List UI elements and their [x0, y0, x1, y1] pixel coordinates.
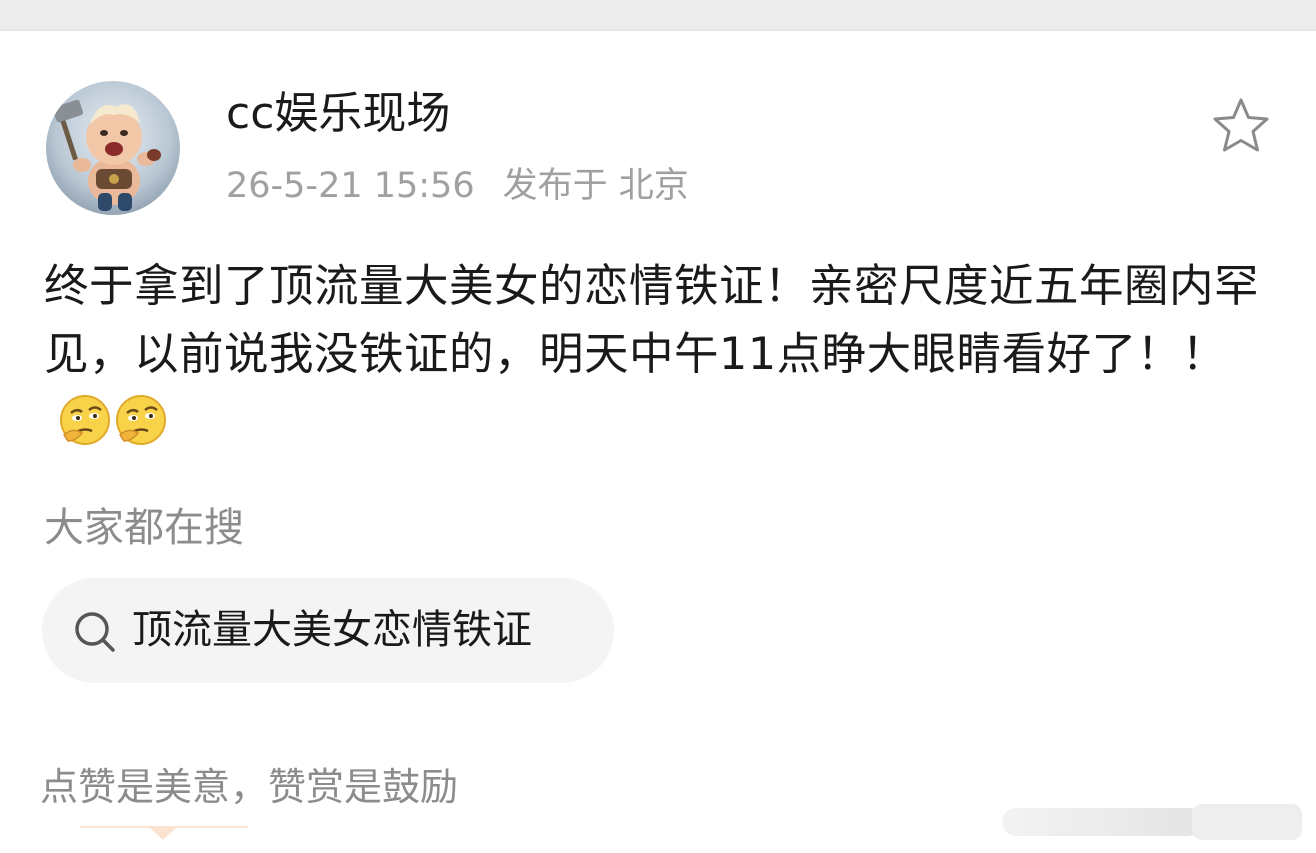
post-location: 发布于 北京	[502, 166, 689, 206]
trending-search-label: 大家都在搜	[44, 505, 244, 551]
avatar[interactable]	[46, 81, 180, 215]
thinking-face-icon	[116, 395, 166, 445]
top-strip	[0, 0, 1316, 31]
post-text: 终于拿到了顶流量大美女的恋情铁证！亲密尺度近五年圈内罕见，以前说我没铁证的，明天…	[44, 261, 1260, 380]
reward-caret	[148, 826, 178, 840]
author-name[interactable]: cc娱乐现场	[226, 84, 450, 144]
search-icon	[75, 612, 115, 652]
post-content: 终于拿到了顶流量大美女的恋情铁证！亲密尺度近五年圈内罕见，以前说我没铁证的，明天…	[44, 253, 1284, 467]
post-meta: 26-5-21 15:56 发布于 北京	[226, 160, 689, 212]
thinking-face-icon	[60, 395, 110, 445]
favorite-button[interactable]	[1210, 96, 1272, 156]
emoji-group	[58, 393, 170, 467]
trending-search-chip[interactable]: 顶流量大美女恋情铁证	[42, 578, 614, 683]
watermark	[1002, 804, 1302, 840]
reward-tip: 点赞是美意，赞赏是鼓励	[40, 765, 459, 809]
post-time: 26-5-21 15:56	[226, 166, 475, 206]
star-outline-icon	[1213, 98, 1269, 152]
avatar-image	[52, 99, 161, 211]
trending-search-query: 顶流量大美女恋情铁证	[132, 607, 532, 653]
